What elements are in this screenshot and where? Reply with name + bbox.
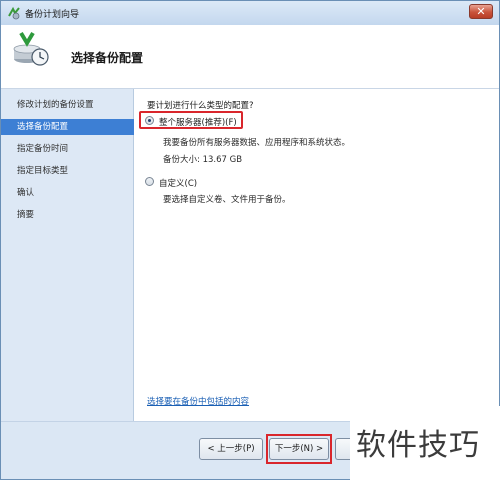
content-pane: 要计划进行什么类型的配置? 整个服务器(推荐)(F) 我要备份所有服务器数据、应… [135,89,499,421]
sidebar-item-confirm[interactable]: 确认 [1,185,134,201]
wizard-body: 修改计划的备份设置 选择备份配置 指定备份时间 指定目标类型 确认 摘要 要计划… [1,89,499,421]
sidebar-item-select-config[interactable]: 选择备份配置 [1,119,134,135]
sidebar-item-backup-time[interactable]: 指定备份时间 [1,141,134,157]
window-title: 备份计划向导 [25,10,80,20]
full-server-description: 我要备份所有服务器数据、应用程序和系统状态。 [163,138,351,148]
backup-size: 备份大小: 13.67 GB [163,155,243,165]
next-button[interactable]: 下一步(N) > [269,438,329,460]
custom-label[interactable]: 自定义(C) [159,177,197,189]
page-title: 选择备份配置 [71,51,144,65]
full-server-label[interactable]: 整个服务器(推荐)(F) [159,116,237,128]
sidebar-item-summary[interactable]: 摘要 [1,207,134,223]
custom-radio[interactable] [145,177,154,186]
wizard-header: 选择备份配置 [1,25,499,89]
sidebar-item-target-type[interactable]: 指定目标类型 [1,163,134,179]
watermark-text: 软件技巧 [356,428,480,463]
backup-schedule-icon [13,31,49,66]
full-server-radio[interactable] [145,116,154,125]
sidebar-item-modify-settings[interactable]: 修改计划的备份设置 [1,97,134,113]
config-question: 要计划进行什么类型的配置? [147,101,254,111]
select-items-link[interactable]: 选择要在备份中包括的内容 [147,395,249,407]
back-button[interactable]: < 上一步(P) [199,438,263,460]
title-bar: 备份计划向导 ✕ [1,1,499,25]
custom-description: 要选择自定义卷、文件用于备份。 [163,195,291,205]
close-button[interactable]: ✕ [469,4,493,19]
backup-app-icon [8,6,20,20]
steps-sidebar: 修改计划的备份设置 选择备份配置 指定备份时间 指定目标类型 确认 摘要 [1,89,134,421]
